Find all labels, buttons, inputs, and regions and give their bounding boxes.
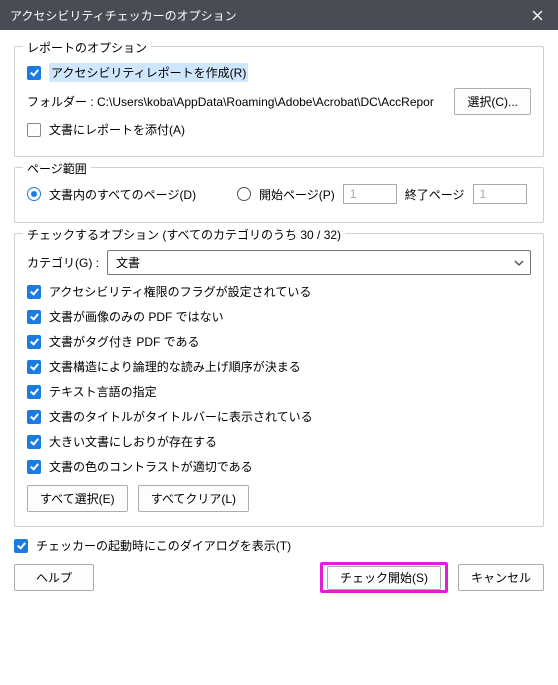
all-pages-label: 文書内のすべてのページ(D) (49, 186, 209, 203)
start-check-highlight: チェック開始(S) (320, 562, 448, 593)
check-item-checkbox[interactable] (27, 310, 41, 324)
clear-all-button[interactable]: すべてクリア(L) (138, 485, 249, 512)
category-value: 文書 (116, 256, 140, 270)
report-options-group: レポートのオプション アクセシビリティレポートを作成(R) フォルダー : C:… (14, 46, 544, 157)
select-all-button[interactable]: すべて選択(E) (27, 485, 128, 512)
attach-report-label: 文書にレポートを添付(A) (49, 121, 185, 138)
check-item-label: 文書のタイトルがタイトルバーに表示されている (49, 408, 313, 425)
create-report-label: アクセシビリティレポートを作成(R) (49, 63, 248, 82)
check-item-checkbox[interactable] (27, 335, 41, 349)
check-item-label: 文書の色のコントラストが適切である (49, 458, 253, 475)
check-item-label: 文書がタグ付き PDF である (49, 333, 200, 350)
attach-report-checkbox[interactable] (27, 123, 41, 137)
start-check-button[interactable]: チェック開始(S) (327, 566, 441, 590)
page-range-legend: ページ範囲 (23, 160, 91, 177)
to-page-label: 終了ページ (405, 186, 465, 203)
check-options-legend: チェックするオプション (すべてのカテゴリのうち 30 / 32) (23, 226, 345, 243)
to-page-input[interactable]: 1 (473, 184, 527, 204)
show-on-start-label: チェッカーの起動時にこのダイアログを表示(T) (36, 537, 291, 554)
check-item-label: 文書が画像のみの PDF ではない (49, 308, 224, 325)
folder-path-text: フォルダー : C:\Users\koba\AppData\Roaming\Ad… (27, 93, 446, 110)
check-item-label: 文書構造により論理的な読み上げ順序が決まる (49, 358, 301, 375)
check-item-checkbox[interactable] (27, 460, 41, 474)
all-pages-radio[interactable] (27, 187, 41, 201)
category-label: カテゴリ(G) : (27, 254, 99, 271)
check-item-checkbox[interactable] (27, 410, 41, 424)
check-item-label: アクセシビリティ権限のフラグが設定されている (49, 283, 311, 300)
check-options-group: チェックするオプション (すべてのカテゴリのうち 30 / 32) カテゴリ(G… (14, 233, 544, 527)
dialog-title: アクセシビリティチェッカーのオプション (10, 7, 522, 24)
from-page-label: 開始ページ(P) (259, 186, 335, 203)
help-button[interactable]: ヘルプ (14, 564, 94, 591)
chevron-down-icon (514, 256, 524, 270)
check-item-label: 大きい文書にしおりが存在する (49, 433, 217, 450)
category-select[interactable]: 文書 (107, 250, 531, 275)
report-options-legend: レポートのオプション (23, 39, 151, 56)
browse-button[interactable]: 選択(C)... (454, 88, 531, 115)
cancel-button[interactable]: キャンセル (458, 564, 544, 591)
check-item-label: テキスト言語の指定 (49, 383, 157, 400)
check-item-checkbox[interactable] (27, 360, 41, 374)
show-on-start-checkbox[interactable] (14, 539, 28, 553)
check-item-checkbox[interactable] (27, 285, 41, 299)
from-page-radio[interactable] (237, 187, 251, 201)
titlebar: アクセシビリティチェッカーのオプション (0, 0, 558, 30)
check-items-list: アクセシビリティ権限のフラグが設定されている 文書が画像のみの PDF ではない… (27, 283, 531, 475)
page-range-group: ページ範囲 文書内のすべてのページ(D) 開始ページ(P) 1 終了ページ 1 (14, 167, 544, 223)
check-item-checkbox[interactable] (27, 385, 41, 399)
from-page-input[interactable]: 1 (343, 184, 397, 204)
check-item-checkbox[interactable] (27, 435, 41, 449)
close-icon[interactable] (522, 0, 552, 30)
create-report-checkbox[interactable] (27, 66, 41, 80)
